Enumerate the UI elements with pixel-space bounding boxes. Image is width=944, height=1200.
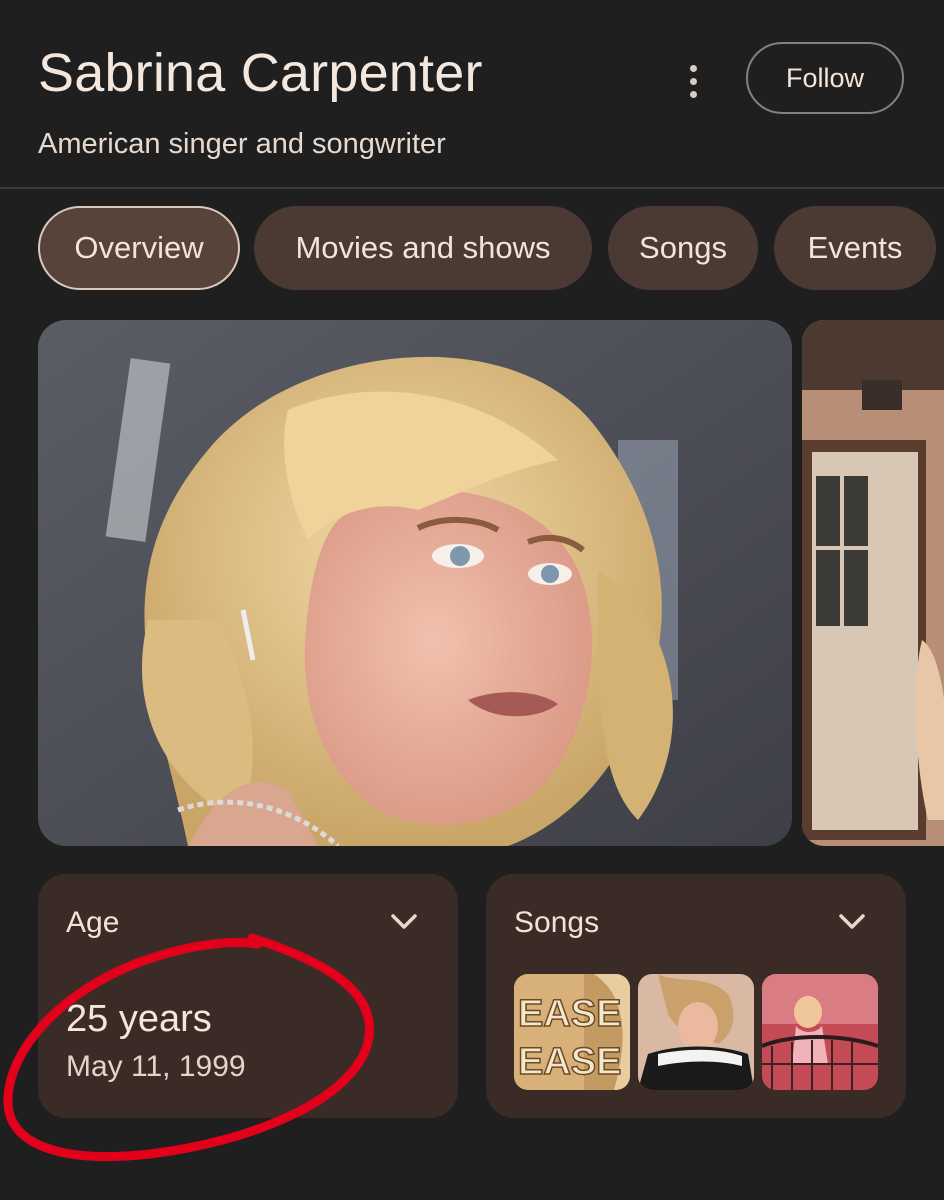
song-thumbnail-3[interactable] — [762, 974, 878, 1090]
svg-text:EASE: EASE — [518, 1041, 621, 1083]
album-art-portrait — [638, 974, 754, 1090]
age-label: Age — [66, 906, 120, 939]
tab-movies-and-shows[interactable]: Movies and shows — [254, 206, 592, 290]
tab-bar: Overview Movies and shows Songs Events — [38, 206, 944, 292]
songs-card[interactable]: Songs EASE EASE — [486, 874, 906, 1118]
door-photo-image — [802, 320, 944, 846]
age-card[interactable]: Age 25 years May 11, 1999 — [38, 874, 458, 1118]
header-divider — [0, 187, 944, 189]
tab-events[interactable]: Events — [774, 206, 936, 290]
knowledge-panel-header: Sabrina Carpenter American singer and so… — [0, 0, 944, 188]
follow-button[interactable]: Follow — [746, 42, 904, 114]
song-thumbnail-1[interactable]: EASE EASE — [514, 974, 630, 1090]
songs-label: Songs — [514, 906, 600, 939]
portrait-image — [38, 320, 792, 846]
tab-overview[interactable]: Overview — [38, 206, 240, 290]
birth-date: May 11, 1999 — [66, 1050, 246, 1083]
tab-songs[interactable]: Songs — [608, 206, 758, 290]
song-thumbnail-2[interactable] — [638, 974, 754, 1090]
chevron-down-icon[interactable] — [390, 910, 418, 932]
chevron-down-icon[interactable] — [838, 910, 866, 932]
age-value: 25 years — [66, 998, 212, 1040]
album-art-stage — [762, 974, 878, 1090]
main-photo[interactable]: ELLE — [38, 320, 792, 846]
entity-title: Sabrina Carpenter — [38, 43, 483, 103]
entity-subtitle: American singer and songwriter — [38, 128, 446, 160]
album-art-ease: EASE EASE — [514, 974, 630, 1090]
svg-text:EASE: EASE — [518, 993, 621, 1035]
more-options-icon[interactable] — [672, 56, 714, 106]
next-photo[interactable] — [802, 320, 944, 846]
